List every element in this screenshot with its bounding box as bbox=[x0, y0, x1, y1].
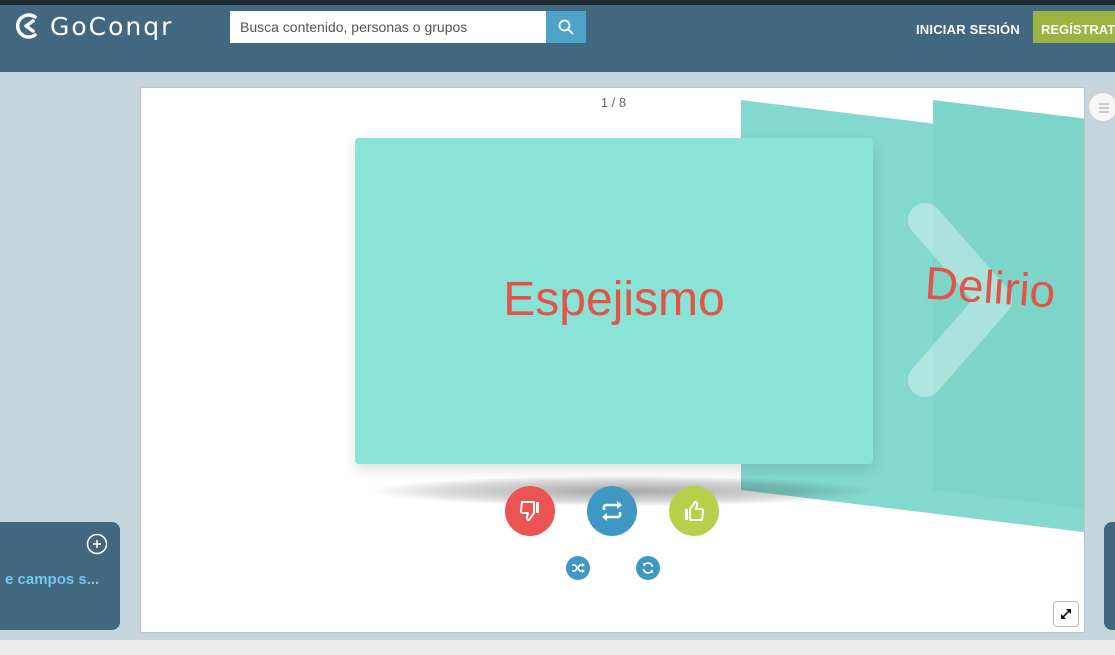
login-link[interactable]: INICIAR SESIÓN bbox=[916, 22, 1020, 37]
logo[interactable]: GoConqr bbox=[14, 8, 173, 44]
left-side-panel[interactable]: e campos s... bbox=[0, 522, 120, 630]
restart-button[interactable] bbox=[636, 556, 660, 580]
list-icon bbox=[1099, 103, 1109, 113]
restart-icon bbox=[642, 562, 654, 574]
plus-circle-icon[interactable] bbox=[86, 533, 108, 555]
shuffle-icon bbox=[572, 563, 585, 573]
goconqr-logo-icon bbox=[15, 13, 37, 39]
current-card-term: Espejismo bbox=[503, 273, 725, 326]
dislike-button[interactable] bbox=[505, 486, 555, 536]
right-side-panel[interactable] bbox=[1104, 522, 1115, 630]
page-footer-strip bbox=[0, 640, 1115, 655]
register-button[interactable]: REGÍSTRATE bbox=[1033, 11, 1115, 43]
card-list-button[interactable] bbox=[1088, 92, 1115, 122]
expand-icon bbox=[1061, 609, 1071, 619]
fullscreen-button[interactable] bbox=[1053, 601, 1079, 627]
search-icon bbox=[558, 19, 574, 35]
thumbs-down-icon bbox=[519, 501, 539, 521]
next-card-term: Delirio bbox=[923, 256, 1058, 318]
current-card[interactable]: Espejismo bbox=[355, 138, 873, 464]
flip-card-button[interactable] bbox=[587, 486, 637, 536]
left-panel-label[interactable]: e campos s... bbox=[0, 571, 120, 588]
flip-icon bbox=[602, 501, 622, 521]
like-button[interactable] bbox=[669, 486, 719, 536]
shuffle-button[interactable] bbox=[566, 556, 590, 580]
flashcard-viewer: 1 / 8 Delirio Espejismo bbox=[140, 87, 1085, 633]
logo-text: GoConqr bbox=[50, 11, 174, 41]
thumbs-up-icon bbox=[685, 501, 705, 521]
search-input[interactable] bbox=[230, 11, 546, 43]
top-header: GoConqr INICIAR SESIÓN REGÍSTRATE bbox=[0, 0, 1115, 72]
search-button[interactable] bbox=[546, 11, 586, 43]
